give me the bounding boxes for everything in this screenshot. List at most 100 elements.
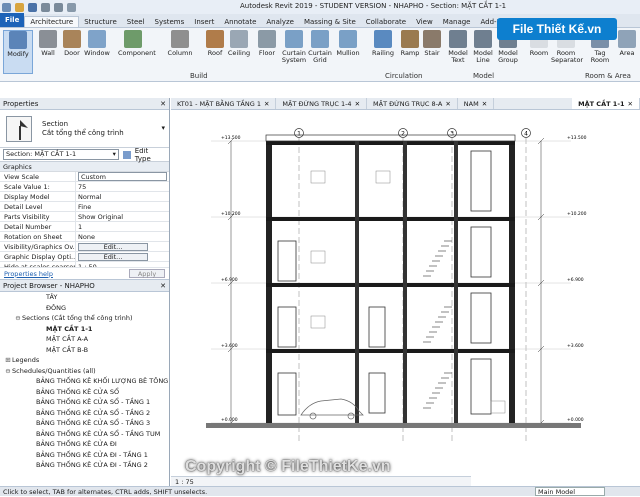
opening[interactable] <box>368 372 386 414</box>
ground-line[interactable] <box>206 423 581 428</box>
ribbon-button-7[interactable]: Ceiling <box>224 30 254 57</box>
ribbon-tab-2[interactable]: Structure <box>79 17 122 27</box>
browser-item[interactable]: BẢNG THỐNG KÊ KHỐI LƯỢNG BÊ TÔNG C <box>0 376 169 387</box>
property-row[interactable]: Graphic Display Opti... Edit... <box>0 252 169 262</box>
floor-slab[interactable] <box>266 217 515 221</box>
close-icon[interactable]: ✕ <box>355 98 360 110</box>
property-value[interactable]: 75 <box>76 182 169 191</box>
browser-item[interactable]: ⊞Legends <box>0 355 169 366</box>
property-value[interactable]: Normal <box>76 192 169 201</box>
graphics-group-header[interactable]: Graphics <box>0 162 169 172</box>
opening[interactable] <box>277 306 297 348</box>
browser-item[interactable]: BẢNG THỐNG KÊ CỬA ĐI <box>0 439 169 450</box>
ribbon-button-4[interactable]: Component <box>118 30 156 57</box>
floor-slab[interactable] <box>266 349 515 353</box>
view-scale-label[interactable]: 1 : 75 <box>175 478 194 486</box>
opening[interactable] <box>470 150 492 212</box>
ribbon-button-5[interactable]: Column <box>165 30 195 57</box>
ribbon-tab-7[interactable]: Analyze <box>261 17 299 27</box>
browser-item[interactable]: MẶT CẮT 1-1 <box>0 324 169 335</box>
section-drawing[interactable]: 1234+13.500+13.500+10.200+10.200+6.900+6… <box>171 111 640 476</box>
ribbon-tab-11[interactable]: Manage <box>438 17 476 27</box>
ribbon-button-3[interactable]: Window <box>82 30 112 57</box>
floor-slab[interactable] <box>266 283 515 287</box>
view-tab[interactable]: KT01 - MẶT BẰNG TẦNG 1 ✕ <box>171 98 277 110</box>
opening[interactable] <box>470 358 492 415</box>
edit-button[interactable]: Edit... <box>78 243 148 251</box>
ribbon-tab-1[interactable]: Architecture <box>24 16 80 27</box>
ribbon-tab-6[interactable]: Annotate <box>219 17 261 27</box>
property-row[interactable]: Detail Number 1 <box>0 222 169 232</box>
view-tab[interactable]: MẶT ĐỨNG TRỤC 8-A ✕ <box>367 98 458 109</box>
property-row[interactable]: Display Model Normal <box>0 192 169 202</box>
opening[interactable] <box>470 292 492 344</box>
apply-button[interactable]: Apply <box>129 269 165 278</box>
print-icon[interactable] <box>67 2 76 12</box>
property-value[interactable]: Custom <box>78 172 167 181</box>
browser-item[interactable]: BẢNG THỐNG KÊ CỬA SỔ - TẦNG 1 <box>0 397 169 408</box>
browser-item[interactable]: BẢNG THỐNG KÊ CỬA SỔ - TẦNG TUM <box>0 429 169 440</box>
redo-icon[interactable] <box>54 2 63 12</box>
opening[interactable] <box>277 240 297 282</box>
property-value[interactable]: Show Original <box>76 212 169 221</box>
property-value[interactable]: 1 : 50 <box>76 262 169 267</box>
section-wall[interactable] <box>266 141 272 423</box>
ribbon-tab-9[interactable]: Collaborate <box>361 17 411 27</box>
ribbon-tab-8[interactable]: Massing & Site <box>299 17 361 27</box>
property-row[interactable]: Detail Level Fine <box>0 202 169 212</box>
column[interactable] <box>403 141 407 423</box>
browser-item[interactable]: BẢNG THỐNG KÊ CỬA ĐI - TẦNG 2 <box>0 460 169 471</box>
type-selector[interactable]: Section Cắt tổng thể công trình ▾ <box>0 110 169 148</box>
roof-parapet[interactable] <box>265 134 516 142</box>
tree-toggle-icon[interactable]: ⊖ <box>14 313 22 324</box>
ribbon-button-12[interactable]: Railing <box>368 30 398 57</box>
close-icon[interactable]: ✕ <box>628 98 633 110</box>
ribbon-button-0[interactable]: Modify <box>3 30 33 74</box>
close-icon[interactable]: ✕ <box>160 280 166 292</box>
edit-button[interactable]: Edit... <box>78 253 148 261</box>
browser-item[interactable]: BẢNG THỐNG KÊ CỬA SỔ - TẦNG 3 <box>0 418 169 429</box>
ribbon-tab-3[interactable]: Steel <box>122 17 150 27</box>
opening[interactable] <box>470 226 492 278</box>
close-icon[interactable]: ✕ <box>445 98 450 110</box>
property-row[interactable]: Visibility/Graphics Ov... Edit... <box>0 242 169 252</box>
view-tab[interactable]: MẶT ĐỨNG TRỤC 1-4 ✕ <box>276 98 368 110</box>
ribbon-button-8[interactable]: Floor <box>252 30 282 57</box>
close-icon[interactable]: ✕ <box>160 98 166 110</box>
column[interactable] <box>355 141 359 423</box>
undo-icon[interactable] <box>41 2 50 12</box>
property-row[interactable]: Scale Value 1: 75 <box>0 182 169 192</box>
property-value[interactable]: None <box>76 232 169 241</box>
view-tab[interactable]: MẶT CẮT 1-1 ✕ <box>572 98 640 109</box>
ribbon-tab-10[interactable]: View <box>411 17 438 27</box>
close-icon[interactable]: ✕ <box>264 98 269 110</box>
property-row[interactable]: Rotation on Sheet None <box>0 232 169 242</box>
property-row[interactable]: Parts Visibility Show Original <box>0 212 169 222</box>
revit-logo-icon[interactable] <box>2 2 11 12</box>
browser-item[interactable]: BẢNG THỐNG KÊ CỬA SỔ <box>0 387 169 398</box>
browser-item[interactable]: BẢNG THỐNG KÊ CỬA SỔ - TẦNG 2 <box>0 408 169 419</box>
browser-item[interactable]: ĐÔNG <box>0 303 169 314</box>
property-row[interactable]: View Scale Custom <box>0 172 169 182</box>
opening[interactable] <box>277 372 297 416</box>
browser-item[interactable]: ⊖Schedules/Quantities (all) <box>0 366 169 377</box>
property-value[interactable]: 1 <box>76 222 169 231</box>
column[interactable] <box>454 141 458 423</box>
instance-filter-select[interactable]: Section: MẶT CẮT 1-1 ▾ <box>3 149 119 160</box>
floor-slab[interactable] <box>266 141 515 145</box>
ribbon-tab-0[interactable]: File <box>0 13 25 27</box>
drawing-canvas[interactable]: 1234+13.500+13.500+10.200+10.200+6.900+6… <box>171 111 640 476</box>
active-workset-select[interactable]: Main Model <box>535 487 605 496</box>
ribbon-button-11[interactable]: Mullion <box>333 30 363 57</box>
ribbon-button-10[interactable]: Curtain Grid <box>305 30 335 64</box>
edit-type-button[interactable]: Edit Type <box>135 147 166 163</box>
property-value[interactable]: Fine <box>76 202 169 211</box>
browser-item[interactable]: TÂY <box>0 292 169 303</box>
view-tab[interactable]: NAM ✕ <box>458 98 495 110</box>
save-icon[interactable] <box>28 2 37 12</box>
browser-item[interactable]: MẶT CẮT B-B <box>0 345 169 356</box>
close-icon[interactable]: ✕ <box>482 98 487 110</box>
chevron-down-icon[interactable]: ▾ <box>161 124 165 132</box>
edit-type-icon[interactable] <box>122 150 131 159</box>
browser-item[interactable]: MẶT CẮT A-A <box>0 334 169 345</box>
